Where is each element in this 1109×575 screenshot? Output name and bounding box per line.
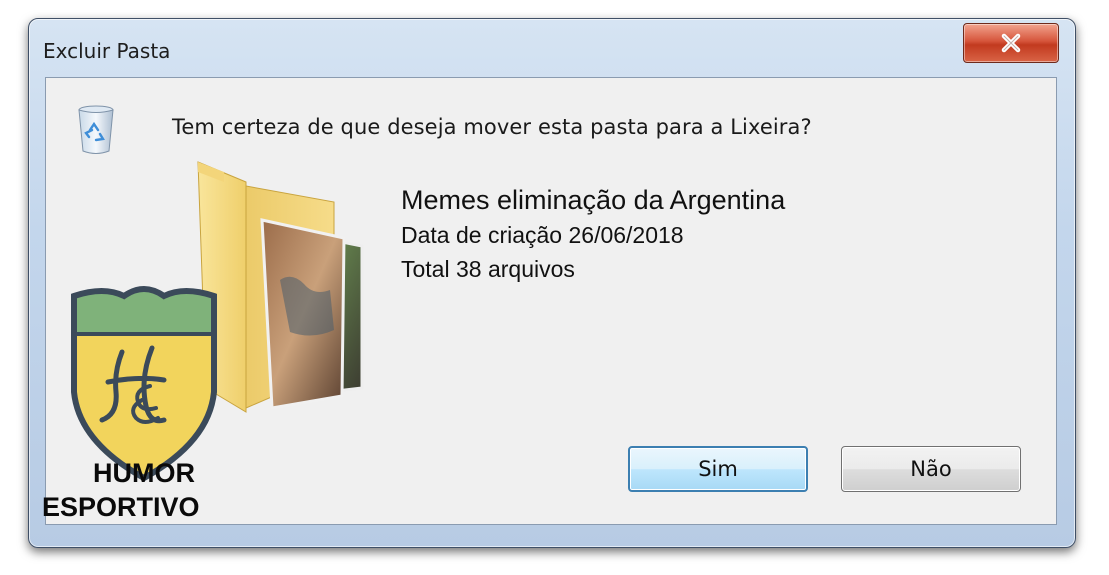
window-title: Excluir Pasta (43, 39, 171, 63)
recycle-bin-icon (78, 105, 114, 154)
folder-info: Memes eliminação da Argentina Data de cr… (401, 182, 785, 286)
logo-line-1: HUMOR (93, 458, 195, 488)
close-button[interactable] (963, 23, 1059, 63)
no-button[interactable]: Não (841, 446, 1021, 492)
logo-wordmark: HUMOR ESPORTIVO (42, 456, 244, 524)
folder-name: Memes eliminação da Argentina (401, 185, 786, 215)
screenshot: Excluir Pasta Tem certeza de que deseja … (0, 0, 1109, 575)
logo-line-2: ESPORTIVO (42, 492, 200, 522)
close-icon (1001, 33, 1021, 53)
yes-button[interactable]: Sim (628, 446, 808, 492)
folder-created-date: Data de criação 26/06/2018 (401, 222, 684, 248)
folder-file-count: Total 38 arquivos (401, 256, 575, 282)
confirmation-question: Tem certeza de que deseja mover esta pas… (172, 115, 812, 139)
title-bar[interactable]: Excluir Pasta (29, 19, 1075, 77)
